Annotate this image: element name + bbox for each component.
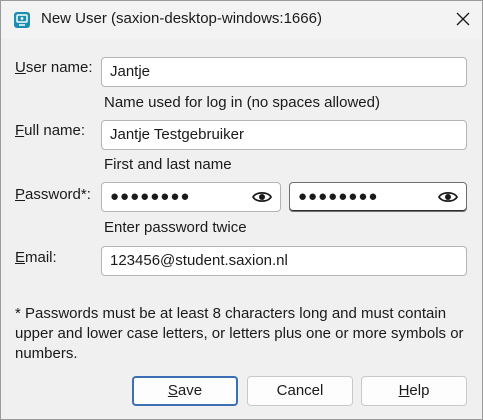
eye-icon[interactable] — [438, 189, 458, 205]
password-confirm-input[interactable]: ●●●●●●●● — [289, 182, 467, 212]
help-button[interactable]: Help — [361, 376, 467, 406]
password-requirements-note: * Passwords must be at least 8 character… — [15, 305, 464, 362]
window-title: New User (saxion-desktop-windows:1666) — [41, 10, 322, 27]
email-input[interactable]: 123456@student.saxion.nl — [101, 246, 467, 276]
fullname-hint: First and last name — [104, 156, 232, 173]
password-value: ●●●●●●●● — [110, 188, 191, 205]
new-user-dialog: New User (saxion-desktop-windows:1666) U… — [0, 0, 483, 420]
close-button[interactable] — [445, 1, 481, 37]
password-label: Password*: — [15, 186, 91, 203]
cancel-button[interactable]: Cancel — [247, 376, 353, 406]
username-hint: Name used for log in (no spaces allowed) — [104, 94, 380, 111]
password-input[interactable]: ●●●●●●●● — [101, 182, 281, 212]
fullname-input[interactable]: Jantje Testgebruiker — [101, 120, 467, 150]
eye-icon[interactable] — [252, 189, 272, 205]
password-hint: Enter password twice — [104, 219, 247, 236]
title-bar: New User (saxion-desktop-windows:1666) — [1, 1, 482, 39]
email-label: Email: — [15, 249, 57, 266]
username-input[interactable]: Jantje — [101, 57, 467, 87]
password-confirm-value: ●●●●●●●● — [298, 188, 379, 205]
fullname-label: Full name: — [15, 122, 86, 139]
username-label: User name: — [15, 59, 93, 76]
close-icon — [456, 12, 470, 26]
user-dialog-icon — [13, 11, 31, 29]
save-button[interactable]: Save — [132, 376, 238, 406]
